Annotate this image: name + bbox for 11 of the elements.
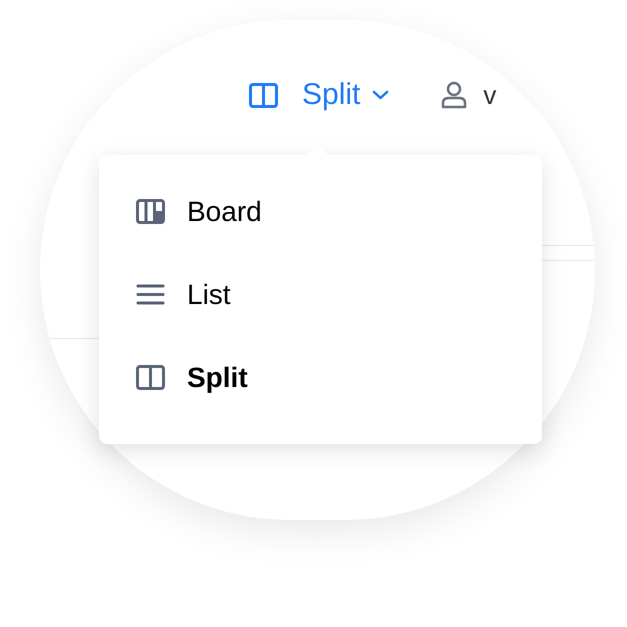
list-icon — [136, 282, 165, 307]
columns-icon — [249, 82, 278, 108]
view-menu-item[interactable]: Board — [99, 170, 542, 253]
columns-icon — [136, 365, 165, 390]
view-menu-item[interactable]: List — [99, 253, 542, 336]
user-menu-button[interactable]: v — [441, 81, 496, 109]
user-icon — [441, 81, 468, 109]
board-icon — [136, 199, 165, 224]
view-menu-item[interactable]: Split — [99, 336, 542, 419]
view-switcher-button[interactable]: Split — [249, 80, 390, 110]
chevron-icon — [372, 90, 390, 100]
